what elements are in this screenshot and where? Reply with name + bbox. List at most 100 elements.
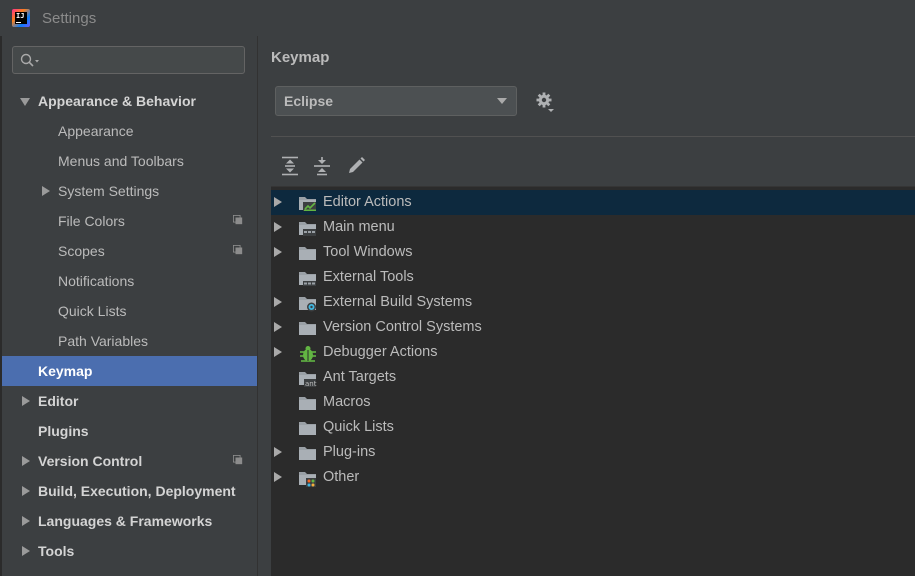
editor-actions-folder-icon — [299, 197, 316, 211]
build-systems-folder-icon — [299, 297, 316, 312]
keymap-tree-row-other[interactable]: Other — [271, 465, 915, 490]
ant-folder-icon: ant — [299, 372, 317, 387]
collapsed-arrow-icon[interactable] — [19, 446, 33, 476]
keymap-tree-label: Version Control Systems — [323, 319, 482, 335]
sidebar-item-editor[interactable]: Editor — [2, 386, 257, 416]
collapsed-arrow-icon[interactable] — [274, 322, 282, 332]
keymap-tree-row-external-build-systems[interactable]: External Build Systems — [271, 290, 915, 315]
sidebar-item-label: Languages & Frameworks — [38, 513, 213, 529]
sidebar-item-tools[interactable]: Tools — [2, 536, 257, 566]
search-icon — [20, 53, 39, 67]
collapse-all-icon[interactable] — [313, 156, 331, 176]
sidebar-item-file-colors[interactable]: File Colors — [2, 206, 257, 236]
sidebar-item-menus-and-toolbars[interactable]: Menus and Toolbars — [2, 146, 257, 176]
keymap-tree-label: Tool Windows — [323, 244, 413, 260]
edit-icon[interactable] — [346, 156, 366, 176]
project-level-icon — [233, 455, 243, 465]
sidebar-item-quick-lists[interactable]: Quick Lists — [2, 296, 257, 326]
expand-all-icon[interactable] — [281, 156, 299, 176]
sidebar-item-label: Quick Lists — [58, 303, 127, 319]
window-title: Settings — [42, 10, 97, 27]
sidebar-item-label: Appearance & Behavior — [38, 93, 196, 109]
collapsed-arrow-icon[interactable] — [274, 222, 282, 232]
keymap-tree-label: Editor Actions — [323, 194, 412, 210]
collapsed-arrow-icon[interactable] — [274, 347, 282, 357]
expanded-arrow-icon[interactable] — [19, 86, 33, 116]
sidebar-item-notifications[interactable]: Notifications — [2, 266, 257, 296]
sidebar-item-label: Appearance — [58, 123, 134, 139]
keymap-tree-label: Other — [323, 469, 360, 485]
sidebar-item-keymap[interactable]: Keymap — [2, 356, 257, 386]
keymap-tree-label: Main menu — [323, 219, 395, 235]
sidebar-item-plugins[interactable]: Plugins — [2, 416, 257, 446]
keymap-panel: Keymap Eclipse Editor Actions Main menu … — [258, 36, 915, 576]
project-level-icon — [233, 245, 243, 255]
keymap-tree-row-debugger-actions[interactable]: Debugger Actions — [271, 340, 915, 365]
page-title: Keymap — [271, 49, 330, 66]
title-bar: IJ Settings — [0, 0, 915, 36]
keymap-tree-label: Ant Targets — [323, 369, 397, 385]
other-folder-icon — [299, 472, 316, 487]
collapsed-arrow-icon[interactable] — [274, 447, 282, 457]
separator — [271, 136, 915, 137]
search-input[interactable] — [12, 46, 245, 74]
gear-icon[interactable] — [535, 91, 555, 113]
sidebar-item-system-settings[interactable]: System Settings — [2, 176, 257, 206]
keymap-tree-label: External Tools — [323, 269, 414, 285]
sidebar-item-label: Editor — [38, 393, 79, 409]
collapsed-arrow-icon[interactable] — [19, 476, 33, 506]
collapsed-arrow-icon[interactable] — [19, 506, 33, 536]
sidebar-item-appearance[interactable]: Appearance — [2, 116, 257, 146]
collapsed-arrow-icon[interactable] — [39, 176, 53, 206]
folder-icon — [299, 422, 316, 435]
main-menu-folder-icon — [299, 222, 316, 236]
sidebar-item-label: File Colors — [58, 213, 125, 229]
sidebar-item-label: Plugins — [38, 423, 89, 439]
keymap-tree-label: Quick Lists — [323, 419, 394, 435]
sidebar-item-label: System Settings — [58, 183, 160, 199]
collapsed-arrow-icon[interactable] — [274, 297, 282, 307]
folder-icon — [299, 397, 316, 410]
project-level-icon — [233, 215, 243, 225]
chevron-down-icon — [497, 98, 507, 104]
keymap-tree-row-version-control-systems[interactable]: Version Control Systems — [271, 315, 915, 340]
settings-sidebar: Appearance & Behavior Appearance Menus and… — [2, 36, 257, 576]
sidebar-item-scopes[interactable]: Scopes — [2, 236, 257, 266]
intellij-app-icon: IJ — [12, 9, 30, 27]
sidebar-item-label: Version Control — [38, 453, 143, 469]
collapsed-arrow-icon[interactable] — [19, 536, 33, 566]
collapsed-arrow-icon[interactable] — [19, 386, 33, 416]
keymap-tree-label: Plug-ins — [323, 444, 376, 460]
collapsed-arrow-icon[interactable] — [274, 197, 282, 207]
folder-icon — [299, 247, 316, 260]
collapsed-arrow-icon[interactable] — [274, 472, 282, 482]
sidebar-item-label: Tools — [38, 543, 75, 559]
sidebar-item-label: Path Variables — [58, 333, 149, 349]
keymap-tree-row-external-tools[interactable]: External Tools — [271, 265, 915, 290]
bug-icon — [300, 346, 316, 362]
sidebar-item-version-control[interactable]: Version Control — [2, 446, 257, 476]
sidebar-item-path-variables[interactable]: Path Variables — [2, 326, 257, 356]
sidebar-item-languages-and-frameworks[interactable]: Languages & Frameworks — [2, 506, 257, 536]
keymap-dropdown[interactable]: Eclipse — [275, 86, 517, 116]
keymap-tree-label: Macros — [323, 394, 371, 410]
collapsed-arrow-icon[interactable] — [274, 247, 282, 257]
sidebar-item-label: Keymap — [38, 363, 93, 379]
keymap-dropdown-value: Eclipse — [284, 93, 334, 109]
sidebar-item-label: Scopes — [58, 243, 105, 259]
svg-text:ant: ant — [305, 380, 317, 387]
sidebar-item-label: Menus and Toolbars — [58, 153, 184, 169]
sidebar-item-appearance-and-behavior[interactable]: Appearance & Behavior — [2, 86, 257, 116]
keymap-tree-row-tool-windows[interactable]: Tool Windows — [271, 240, 915, 265]
sidebar-item-build-execution-deployment[interactable]: Build, Execution, Deployment — [2, 476, 257, 506]
keymap-tree-row-plug-ins[interactable]: Plug-ins — [271, 440, 915, 465]
sidebar-item-label: Notifications — [58, 273, 135, 289]
keymap-tree-row-main-menu[interactable]: Main menu — [271, 215, 915, 240]
folder-icon — [299, 322, 316, 335]
folder-icon — [299, 447, 316, 460]
keymap-tree-row-quick-lists[interactable]: Quick Lists — [271, 415, 915, 440]
keymap-tree-row-macros[interactable]: Macros — [271, 390, 915, 415]
sidebar-item-label: Build, Execution, Deployment — [38, 483, 236, 499]
keymap-tree-row-ant-targets[interactable]: ant Ant Targets — [271, 365, 915, 390]
keymap-tree-row-editor-actions[interactable]: Editor Actions — [271, 190, 915, 215]
